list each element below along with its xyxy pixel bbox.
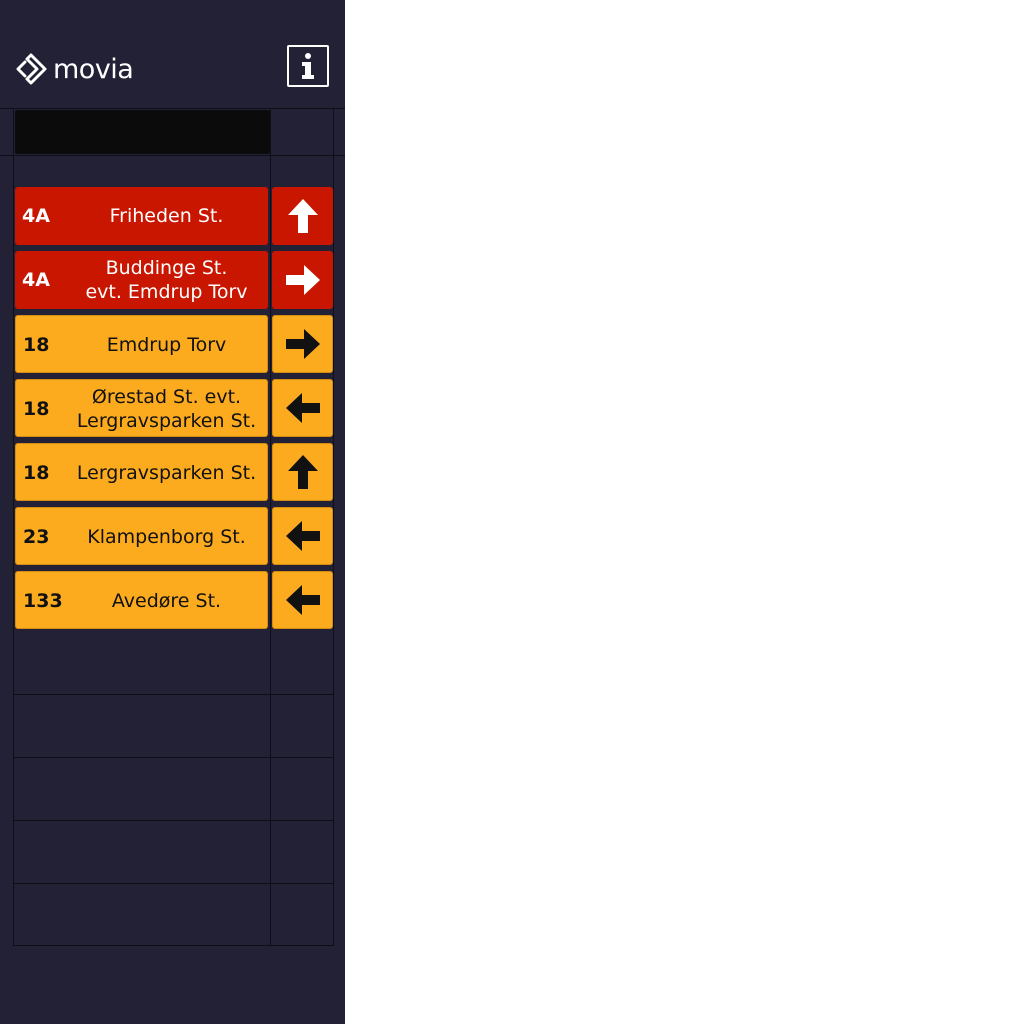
direction-cell bbox=[272, 571, 333, 629]
direction-cell bbox=[272, 507, 333, 565]
route-number: 4A bbox=[22, 205, 50, 227]
grid-line bbox=[13, 945, 334, 946]
grid-line bbox=[0, 155, 345, 156]
direction-cell bbox=[272, 443, 333, 501]
departure-destination-cell: 4A Buddinge St. evt. Emdrup Torv bbox=[15, 251, 268, 309]
departure-destination-cell: 18 Lergravsparken St. bbox=[15, 443, 268, 501]
arrow-left-icon bbox=[285, 393, 320, 423]
direction-cell bbox=[272, 379, 333, 437]
grid-line bbox=[13, 757, 334, 758]
direction-cell bbox=[272, 315, 333, 373]
arrow-up-icon bbox=[287, 199, 318, 233]
logo-text: movia bbox=[53, 53, 134, 85]
route-number: 18 bbox=[23, 398, 50, 420]
arrow-right-icon bbox=[285, 265, 320, 295]
arrow-right-icon bbox=[285, 329, 320, 359]
arrow-left-icon bbox=[285, 521, 320, 551]
grid-line bbox=[0, 108, 345, 109]
grid-line bbox=[13, 883, 334, 884]
route-number: 18 bbox=[23, 334, 50, 356]
route-number: 4A bbox=[22, 269, 50, 291]
route-number: 18 bbox=[23, 462, 50, 484]
route-number: 23 bbox=[23, 526, 50, 548]
departure-panel: movia 4A Friheden St. 4A Buddinge St. evt. E… bbox=[0, 0, 345, 1024]
destination-name: Avedøre St. bbox=[111, 590, 222, 612]
movia-logo-mark-icon bbox=[16, 53, 47, 85]
departure-destination-cell: 133 Avedøre St. bbox=[15, 571, 268, 629]
departure-row[interactable]: 18 Ørestad St. evt. Lergravsparken St. bbox=[15, 379, 333, 437]
departure-destination-cell: 4A Friheden St. bbox=[15, 187, 268, 245]
grid-line bbox=[13, 820, 334, 821]
destination-name: Buddinge St. evt. Emdrup Torv bbox=[85, 257, 248, 303]
departure-row[interactable]: 18 Lergravsparken St. bbox=[15, 443, 333, 501]
info-button[interactable] bbox=[287, 45, 329, 87]
departure-row[interactable]: 4A Buddinge St. evt. Emdrup Torv bbox=[15, 251, 333, 309]
grid-line bbox=[13, 694, 334, 695]
departure-destination-cell: 18 Emdrup Torv bbox=[15, 315, 268, 373]
destination-name: Friheden St. bbox=[109, 205, 224, 227]
destination-name: Klampenborg St. bbox=[87, 526, 246, 548]
search-field[interactable] bbox=[15, 110, 270, 154]
info-icon bbox=[302, 53, 314, 79]
destination-name: Ørestad St. evt. Lergravsparken St. bbox=[76, 386, 257, 432]
movia-logo: movia bbox=[16, 52, 134, 86]
direction-cell bbox=[272, 187, 333, 245]
arrow-up-icon bbox=[287, 455, 318, 489]
route-number: 133 bbox=[23, 590, 63, 612]
departure-row[interactable]: 18 Emdrup Torv bbox=[15, 315, 333, 373]
destination-name: Lergravsparken St. bbox=[76, 462, 257, 484]
departure-row[interactable]: 133 Avedøre St. bbox=[15, 571, 333, 629]
departure-destination-cell: 23 Klampenborg St. bbox=[15, 507, 268, 565]
departure-row[interactable]: 4A Friheden St. bbox=[15, 187, 333, 245]
departure-row[interactable]: 23 Klampenborg St. bbox=[15, 507, 333, 565]
destination-name: Emdrup Torv bbox=[106, 334, 227, 356]
direction-cell bbox=[272, 251, 333, 309]
arrow-left-icon bbox=[285, 585, 320, 615]
departure-destination-cell: 18 Ørestad St. evt. Lergravsparken St. bbox=[15, 379, 268, 437]
